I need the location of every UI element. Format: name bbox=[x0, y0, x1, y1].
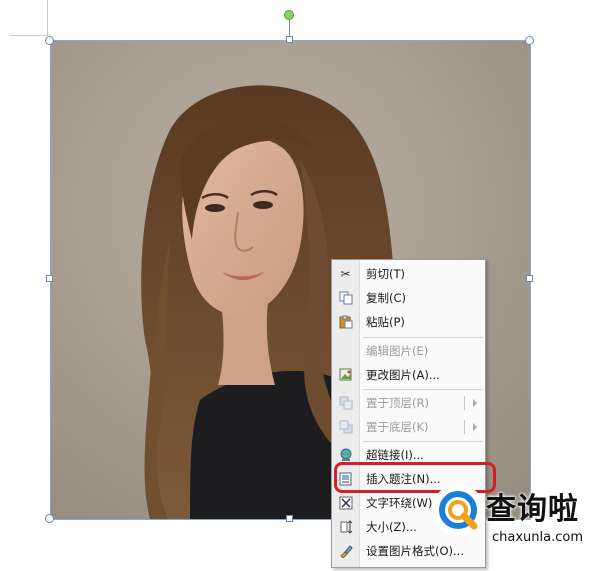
menu-item-change-picture[interactable]: 更改图片(A)... bbox=[332, 363, 485, 387]
resize-handle-top-left[interactable] bbox=[45, 36, 54, 45]
resize-handle-right[interactable] bbox=[526, 275, 533, 282]
menu-item-label: 置于底层(K) bbox=[366, 420, 429, 434]
scissors-icon: ✂ bbox=[340, 267, 351, 281]
submenu-arrow-icon bbox=[473, 423, 477, 431]
menu-item-copy[interactable]: 复制(C) bbox=[332, 286, 485, 310]
send-to-back-icon bbox=[332, 415, 359, 439]
page-corner-mark-horizontal bbox=[10, 35, 48, 36]
resize-handle-top-right[interactable] bbox=[525, 36, 534, 45]
format-picture-icon bbox=[332, 539, 359, 563]
context-menu: ✂ 剪切(T) 复制(C) 粘贴(P) 编辑图片(E) 更改图片(A)... 置… bbox=[331, 259, 486, 568]
highlight-annotation-ring bbox=[334, 462, 496, 493]
menu-item-label: 剪切(T) bbox=[366, 267, 405, 281]
menu-separator bbox=[363, 337, 483, 338]
watermark-url: chaxunla.com bbox=[492, 530, 583, 545]
menu-item-send-to-back[interactable]: 置于底层(K) bbox=[332, 415, 485, 439]
edit-picture-icon bbox=[332, 339, 359, 363]
menu-item-edit-picture[interactable]: 编辑图片(E) bbox=[332, 339, 485, 363]
menu-item-label: 复制(C) bbox=[366, 291, 407, 305]
copy-icon bbox=[332, 286, 359, 310]
paste-icon bbox=[332, 310, 359, 334]
menu-item-label: 文字环绕(W) bbox=[366, 496, 433, 510]
size-icon bbox=[332, 515, 359, 539]
page-corner-mark-vertical bbox=[47, 0, 48, 36]
menu-item-label: 置于顶层(R) bbox=[366, 396, 429, 410]
menu-item-bring-to-front[interactable]: 置于顶层(R) bbox=[332, 391, 485, 415]
submenu-divider bbox=[464, 420, 465, 434]
rotate-handle-stem bbox=[289, 20, 290, 37]
menu-item-paste[interactable]: 粘贴(P) bbox=[332, 310, 485, 334]
submenu-arrow-icon bbox=[473, 399, 477, 407]
menu-item-label: 设置图片格式(O)... bbox=[366, 544, 464, 558]
submenu-arrow-icon bbox=[473, 499, 477, 507]
resize-handle-left[interactable] bbox=[46, 275, 53, 282]
menu-item-format-picture[interactable]: 设置图片格式(O)... bbox=[332, 539, 485, 563]
resize-handle-top[interactable] bbox=[286, 36, 293, 43]
menu-item-label: 粘贴(P) bbox=[366, 315, 405, 329]
menu-item-size[interactable]: 大小(Z)... bbox=[332, 515, 485, 539]
bring-to-front-icon bbox=[332, 391, 359, 415]
submenu-divider bbox=[464, 396, 465, 410]
menu-item-label: 更改图片(A)... bbox=[366, 368, 440, 382]
menu-item-label: 超链接(I)... bbox=[366, 448, 424, 462]
rotate-handle[interactable] bbox=[284, 10, 294, 20]
menu-item-cut[interactable]: ✂ 剪切(T) bbox=[332, 262, 485, 286]
resize-handle-bottom[interactable] bbox=[286, 515, 293, 522]
menu-item-text-wrap[interactable]: 文字环绕(W) bbox=[332, 491, 485, 515]
change-picture-icon bbox=[332, 363, 359, 387]
menu-item-label: 大小(Z)... bbox=[366, 520, 417, 534]
menu-separator bbox=[363, 389, 483, 390]
menu-separator bbox=[363, 441, 483, 442]
menu-item-label: 编辑图片(E) bbox=[366, 344, 429, 358]
text-wrap-icon bbox=[332, 491, 359, 515]
resize-handle-bottom-left[interactable] bbox=[45, 514, 54, 523]
